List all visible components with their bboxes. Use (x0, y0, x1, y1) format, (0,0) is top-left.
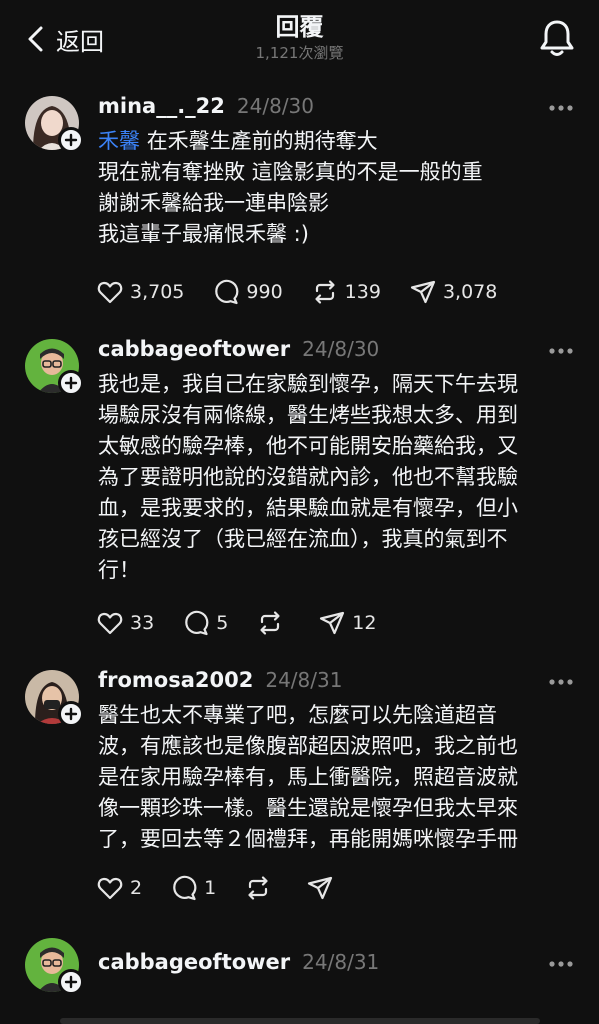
plus-icon (64, 376, 78, 390)
post-text: 我也是，我自己在家驗到懷孕，隔天下午去現 場驗尿沒有兩條線，醫生烤些我想太多、用… (98, 369, 573, 586)
action-bar: 33 5 12 (96, 609, 404, 637)
like-count: 3,705 (130, 281, 185, 303)
username[interactable]: mina__._22 (98, 94, 225, 118)
like-count: 2 (130, 877, 143, 899)
post-line: 行！ (98, 558, 140, 582)
more-options-icon[interactable] (548, 103, 574, 113)
post-line: 謝謝禾馨給我一連串陰影 (98, 191, 329, 215)
plus-icon (64, 707, 78, 721)
post-date: 24/8/31 (302, 950, 380, 974)
bottom-bar (60, 1018, 540, 1024)
post-line: 我這輩子最痛恨禾馨 :) (98, 222, 309, 246)
reply-post: mina__._22 24/8/30 禾馨 在禾馨生產前的期待奪大 現在就有奪挫… (0, 94, 599, 324)
like-button[interactable]: 3,705 (96, 278, 184, 306)
post-line: 像一顆珍珠一樣。醫生還說是懷孕但我太早來 (98, 796, 518, 820)
post-line: 了，要回去等２個禮拜，再能開媽咪懷孕手冊 (98, 827, 518, 851)
post-line: 孩已經沒了（我已經在流血），我真的氣到不 (98, 527, 508, 551)
post-line: 現在就有奪挫敗 這陰影真的不是一般的重 (98, 160, 483, 184)
repost-icon (248, 876, 268, 900)
post-line-text: 在禾馨生產前的期待奪大 (146, 129, 378, 153)
send-icon (320, 611, 345, 635)
repost-icon (315, 280, 335, 304)
post-date: 24/8/30 (302, 337, 380, 361)
post-line: 醫生也太不專業了吧，怎麼可以先陰道超音 (98, 703, 497, 727)
share-count: 3,078 (442, 281, 498, 303)
post-line: 波，有應該也是像腹部超因波照吧，我之前也 (98, 734, 518, 758)
reply-post: cabbageoftower 24/8/31 (0, 938, 599, 1024)
post-meta: cabbageoftower 24/8/30 (98, 337, 379, 367)
username[interactable]: cabbageoftower (98, 337, 290, 361)
share-button[interactable] (306, 874, 340, 902)
reply-post: cabbageoftower 24/8/30 我也是，我自己在家驗到懷孕，隔天下… (0, 337, 599, 657)
page-title: 回覆 (275, 13, 324, 41)
post-date: 24/8/31 (265, 668, 343, 692)
action-bar: 3,705 990 139 3,078 (96, 278, 525, 306)
post-line: 我也是，我自己在家驗到懷孕，隔天下午去現 (98, 372, 518, 396)
send-icon (410, 280, 436, 304)
repost-button[interactable] (256, 609, 290, 637)
post-line: 血，是我要求的，結果驗血就是有懷孕，但小 (98, 496, 518, 520)
heart-icon (97, 281, 123, 304)
like-count: 33 (130, 612, 155, 634)
follow-plus-button[interactable] (58, 701, 84, 727)
username[interactable]: cabbageoftower (98, 950, 290, 974)
post-line: 為了要證明他說的沒錯就內診，他也不幫我驗 (98, 465, 518, 489)
more-options-icon[interactable] (548, 346, 574, 356)
follow-plus-button[interactable] (58, 969, 84, 995)
repost-icon (260, 611, 280, 635)
comment-count: 5 (216, 612, 229, 634)
comment-icon (185, 610, 209, 636)
like-button[interactable]: 33 (96, 609, 154, 637)
post-meta: cabbageoftower 24/8/31 (98, 950, 379, 980)
post-text: 禾馨 在禾馨生產前的期待奪大 現在就有奪挫敗 這陰影真的不是一般的重 謝謝禾馨給… (98, 126, 573, 250)
comment-count: 1 (204, 877, 217, 899)
follow-plus-button[interactable] (58, 370, 84, 396)
follow-plus-button[interactable] (58, 127, 84, 153)
heart-icon (97, 877, 123, 900)
post-date: 24/8/30 (236, 94, 315, 118)
more-options-icon[interactable] (548, 959, 574, 969)
comment-count: 990 (246, 281, 283, 303)
post-meta: fromosa2002 24/8/31 (98, 668, 342, 698)
plus-icon (64, 975, 78, 989)
top-bar: 返回 回覆 1,121次瀏覽 (0, 0, 599, 80)
send-icon (308, 876, 333, 900)
post-meta: mina__._22 24/8/30 (98, 94, 314, 124)
comment-button[interactable]: 5 (182, 609, 228, 637)
comment-icon (173, 875, 197, 901)
repost-count: 139 (344, 281, 381, 303)
comment-icon (215, 279, 239, 305)
username[interactable]: fromosa2002 (98, 668, 253, 692)
post-line: 太敏感的驗孕棒，他不可能開安胎藥給我，又 (98, 434, 518, 458)
bell-icon[interactable] (539, 18, 575, 58)
share-count: 12 (352, 612, 377, 634)
comment-button[interactable]: 1 (170, 874, 216, 902)
reply-post: fromosa2002 24/8/31 醫生也太不專業了吧，怎麼可以先陰道超音 … (0, 668, 599, 918)
heart-icon (97, 612, 123, 635)
share-button[interactable]: 12 (318, 609, 376, 637)
view-count: 1,121次瀏覽 (255, 44, 344, 62)
repost-button[interactable] (244, 874, 278, 902)
title-block: 回覆 1,121次瀏覽 (0, 12, 599, 64)
mention-link[interactable]: 禾馨 (98, 129, 140, 153)
post-line: 是在家用驗孕棒有，馬上衝醫院，照超音波就 (98, 765, 518, 789)
more-options-icon[interactable] (548, 677, 574, 687)
action-bar: 2 1 (96, 874, 368, 902)
post-line: 場驗尿沒有兩條線，醫生烤些我想太多、用到 (98, 403, 518, 427)
repost-button[interactable]: 139 (311, 278, 381, 306)
post-text: 醫生也太不專業了吧，怎麼可以先陰道超音 波，有應該也是像腹部超因波照吧，我之前也… (98, 700, 573, 855)
post-line: 禾馨 在禾馨生產前的期待奪大 (98, 126, 573, 157)
comment-button[interactable]: 990 (212, 278, 283, 306)
share-button[interactable]: 3,078 (409, 278, 497, 306)
like-button[interactable]: 2 (96, 874, 142, 902)
plus-icon (64, 133, 78, 147)
